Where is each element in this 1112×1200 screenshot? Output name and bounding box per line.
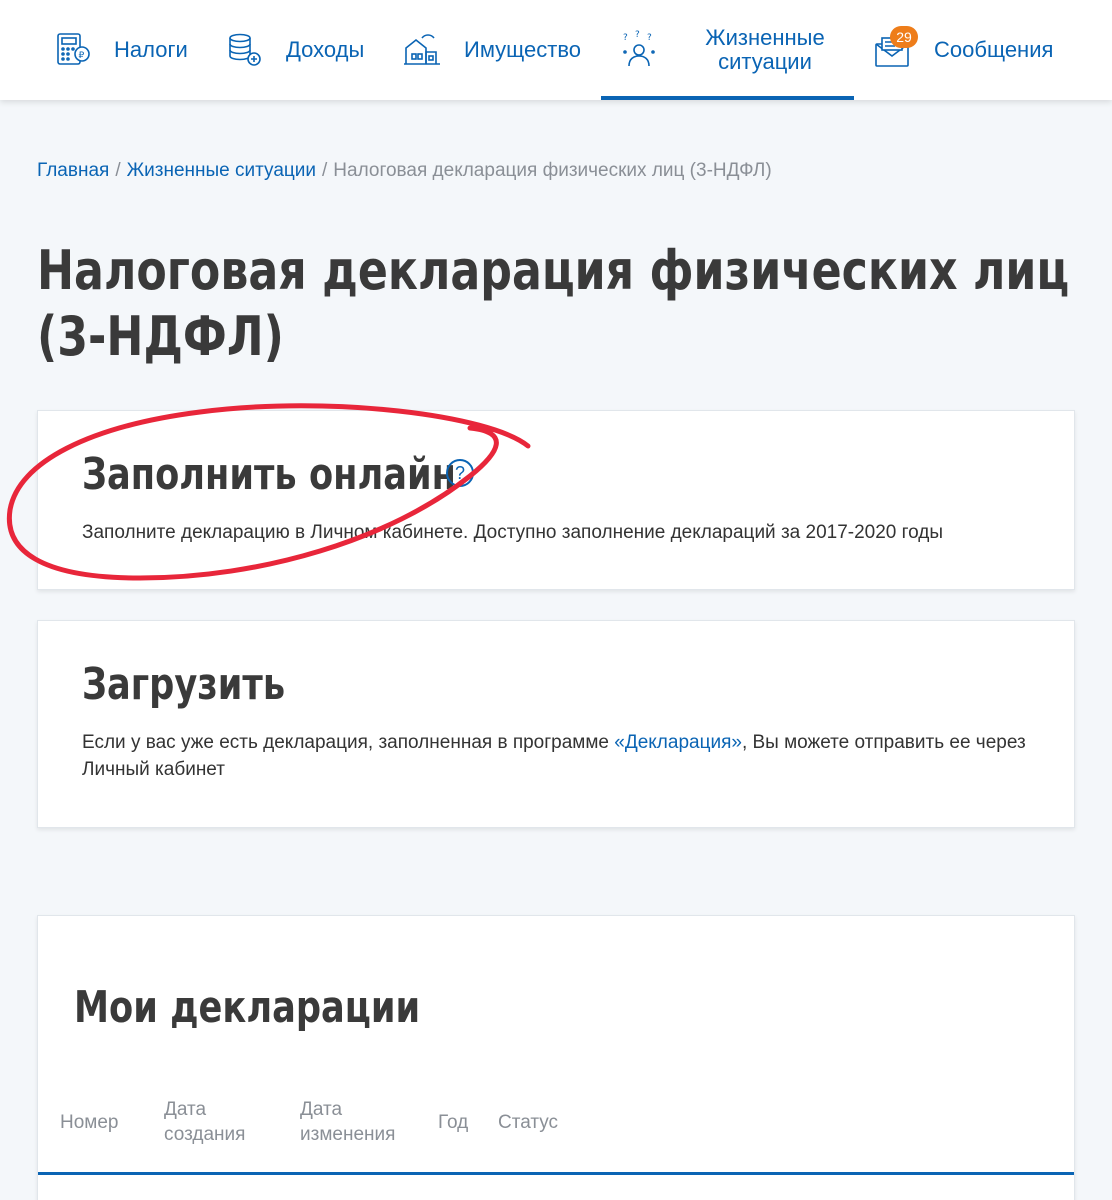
fill-online-title[interactable]: Заполнить онлайн (82, 449, 456, 500)
nav-label-property: Имущество (464, 37, 582, 62)
upload-title[interactable]: Загрузить (82, 659, 285, 710)
my-declarations-title: Мои декларации (74, 982, 421, 1033)
nav-item-income[interactable]: Доходы (222, 0, 364, 100)
page-title: Налоговая декларация физических лиц (3-Н… (37, 239, 1070, 368)
svg-text:?: ? (623, 33, 628, 43)
help-icon[interactable]: ? (446, 459, 474, 487)
column-header-modified[interactable]: Дата изменения (300, 1097, 420, 1147)
breadcrumb-current: Налоговая декларация физических лиц (3-Н… (333, 160, 772, 181)
breadcrumb-separator: / (115, 160, 121, 181)
my-declarations-card: Мои декларации Номер Дата создания Дата … (37, 915, 1075, 1200)
breadcrumb-section-link[interactable]: Жизненные ситуации (127, 160, 316, 181)
svg-text:?: ? (647, 33, 652, 43)
svg-text:₽: ₽ (79, 51, 85, 61)
table-header-divider (38, 1172, 1074, 1175)
messages-count-badge: 29 (890, 26, 918, 48)
coins-icon (222, 28, 266, 72)
column-header-year[interactable]: Год (438, 1110, 468, 1135)
nav-label-messages: Сообщения (934, 37, 1054, 62)
tax-calculator-icon: ₽ (50, 28, 94, 72)
svg-text:?: ? (635, 30, 640, 40)
nav-label-income: Доходы (286, 37, 365, 62)
declaration-program-link[interactable]: «Декларация» (614, 732, 742, 753)
nav-item-taxes[interactable]: ₽ Налоги (50, 0, 188, 100)
column-header-number[interactable]: Номер (60, 1110, 118, 1135)
nav-item-messages[interactable]: Сообщения (870, 0, 1053, 100)
fill-online-description: Заполните декларацию в Личном кабинете. … (82, 522, 944, 543)
upload-description: Если у вас уже есть декларация, заполнен… (82, 729, 1042, 783)
top-navigation: ₽ Налоги Доходы Имущество ? ? ? Жизненны… (0, 0, 1112, 100)
upload-card[interactable]: Загрузить Если у вас уже есть декларация… (37, 620, 1075, 828)
breadcrumb: Главная / Жизненные ситуации / Налоговая дек… (37, 160, 772, 182)
life-situations-icon: ? ? ? (617, 28, 661, 72)
fill-online-card[interactable]: Заполнить онлайн ? Заполните декларацию … (37, 410, 1075, 590)
property-icon (400, 28, 444, 72)
breadcrumb-home-link[interactable]: Главная (37, 160, 109, 181)
nav-item-property[interactable]: Имущество (400, 0, 581, 100)
column-header-status[interactable]: Статус (498, 1110, 558, 1135)
column-header-created[interactable]: Дата создания (164, 1097, 274, 1147)
upload-text-before: Если у вас уже есть декларация, заполнен… (82, 732, 615, 753)
breadcrumb-separator: / (322, 160, 328, 181)
nav-label-life-situations: Жизненные ситуации (705, 25, 825, 74)
nav-label-taxes: Налоги (114, 37, 188, 62)
nav-item-life-situations[interactable]: ? ? ? Жизненные ситуации (601, 0, 854, 100)
